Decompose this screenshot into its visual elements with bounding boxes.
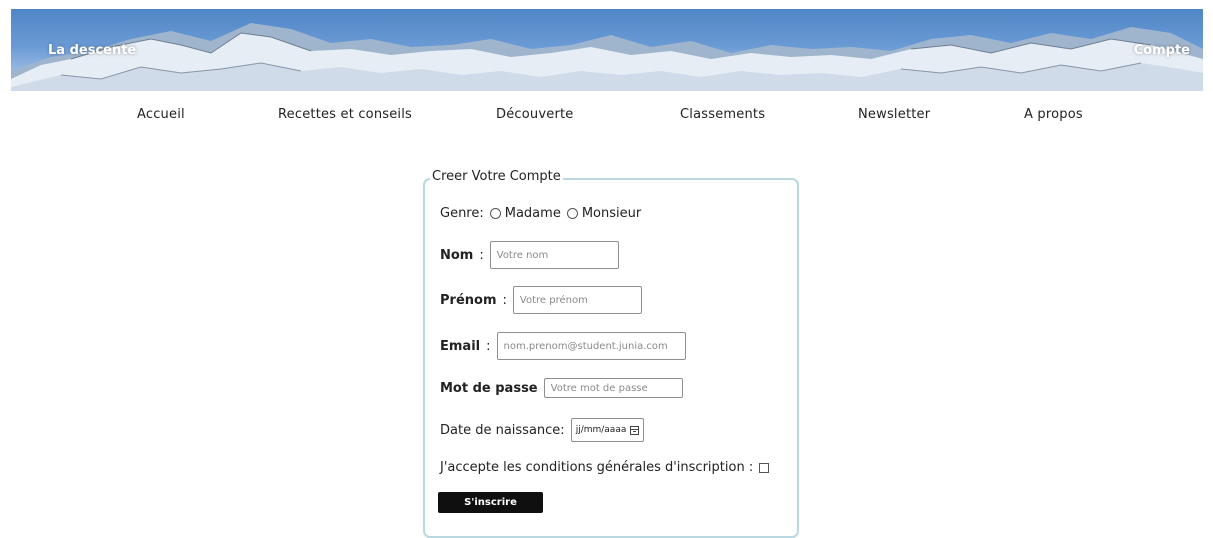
nav-item-classements[interactable]: Classements [680,107,765,122]
birthdate-label: Date de naissance: [440,422,565,438]
prenom-row: Prénom : [440,286,642,314]
email-input[interactable] [496,332,686,360]
nom-input[interactable] [489,241,619,269]
site-title-link[interactable]: La descente [48,43,136,58]
radio-madame[interactable] [489,208,501,219]
header-banner: La descente Compte [11,9,1203,91]
email-row: Email : [440,332,686,360]
nom-separator: : [479,247,484,263]
genre-row: Genre: Madame Monsieur [440,206,641,221]
birthdate-placeholder: jj/mm/aaaa [575,425,627,435]
terms-row: J'accepte les conditions générales d'ins… [440,460,770,475]
email-separator: : [486,338,491,354]
terms-checkbox[interactable] [759,462,770,473]
password-input[interactable] [543,378,683,398]
email-label: Email [440,338,481,354]
radio-monsieur-label[interactable]: Monsieur [582,206,641,221]
account-link[interactable]: Compte [1134,43,1190,58]
nom-row: Nom : [440,241,619,269]
nav-item-newsletter[interactable]: Newsletter [858,107,930,122]
nav-item-decouverte[interactable]: Découverte [496,107,573,122]
signup-form: Creer Votre Compte Genre: Madame Monsieu… [423,169,799,538]
password-row: Mot de passe [440,378,683,398]
radio-madame-label[interactable]: Madame [505,206,561,221]
prenom-label: Prénom [440,292,497,308]
calendar-icon[interactable] [630,425,640,435]
genre-label: Genre: [440,206,484,221]
password-label: Mot de passe [440,380,538,396]
top-strip [0,0,1213,9]
birthdate-input[interactable]: jj/mm/aaaa [570,418,645,442]
prenom-input[interactable] [512,286,642,314]
radio-monsieur[interactable] [566,208,578,219]
submit-button[interactable]: S'inscrire [438,492,543,513]
main-nav: Accueil Recettes et conseils Découverte … [0,107,1213,127]
form-legend: Creer Votre Compte [430,169,563,184]
terms-label: J'accepte les conditions générales d'ins… [440,460,754,475]
birthdate-row: Date de naissance: jj/mm/aaaa [440,418,645,442]
nom-label: Nom [440,247,474,263]
nav-item-recettes[interactable]: Recettes et conseils [278,107,412,122]
nav-item-accueil[interactable]: Accueil [137,107,185,122]
prenom-separator: : [502,292,507,308]
mountain-panorama [11,23,1203,91]
nav-item-apropos[interactable]: A propos [1024,107,1083,122]
